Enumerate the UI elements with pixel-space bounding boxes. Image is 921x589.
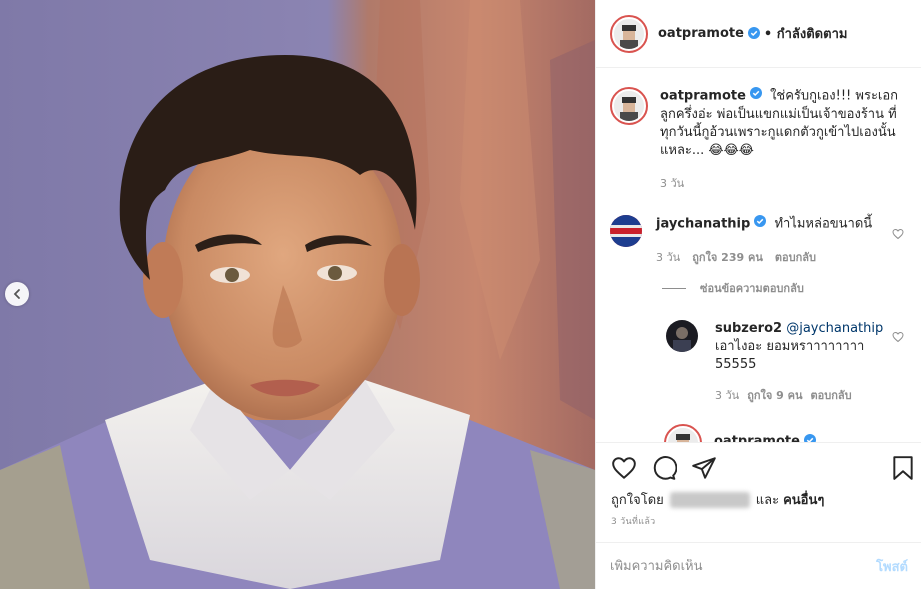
post-timestamp[interactable]: 3 วันที่แล้ว — [611, 514, 656, 528]
caption-age[interactable]: 3 วัน — [660, 174, 684, 192]
verified-badge-icon — [754, 215, 767, 233]
post-side-panel: oatpramote • กำลังติดตาม oatpramote ใช่ค… — [595, 0, 921, 589]
author-avatar[interactable] — [610, 14, 648, 53]
reply-age[interactable]: 3 วัน — [715, 386, 739, 404]
verified-badge-icon — [747, 24, 760, 43]
chevron-left-icon — [11, 285, 23, 304]
action-bar — [596, 442, 921, 487]
comment-bubble-icon[interactable] — [651, 455, 678, 485]
caption-text-block: oatpramote ใช่ครับกูเอง!!! พระเอกลูกครึ่… — [660, 87, 908, 160]
reply-button[interactable]: ตอบกลับ — [775, 248, 816, 266]
comment-item: oatpramote — [664, 424, 816, 442]
paper-plane-icon[interactable] — [691, 455, 717, 485]
caption-item: oatpramote ใช่ครับกูเอง!!! พระเอกลูกครึ่… — [610, 87, 908, 192]
reply-mention[interactable]: @jaychanathip — [786, 321, 883, 336]
divider-line — [662, 287, 686, 289]
heart-icon[interactable] — [611, 455, 637, 485]
comment-age[interactable]: 3 วัน — [656, 248, 680, 266]
post-photo[interactable] — [0, 0, 595, 589]
caption-username[interactable]: oatpramote — [660, 89, 746, 104]
avatar-image — [614, 91, 644, 121]
caption-author-avatar[interactable] — [610, 87, 648, 125]
comment-like-heart-icon[interactable] — [892, 225, 904, 244]
comment-input[interactable] — [610, 558, 877, 574]
reply-button[interactable]: ตอบกลับ — [811, 386, 852, 404]
likes-summary: ถูกใจโดย และ คนอื่นๆ — [611, 489, 824, 510]
portrait-image — [0, 0, 595, 589]
reply-like-count[interactable]: ถูกใจ 9 คน — [747, 386, 802, 404]
reply-text: เอาไงอะ ยอมหราาาาาาาา 55555 — [715, 339, 865, 372]
comments-list[interactable]: oatpramote ใช่ครับกูเอง!!! พระเอกลูกครึ่… — [596, 69, 921, 442]
post-comment-button[interactable]: โพสต์ — [876, 556, 908, 577]
commenter-avatar[interactable] — [610, 215, 642, 247]
verified-badge-icon — [803, 431, 816, 442]
likes-others-link[interactable]: คนอื่นๆ — [783, 489, 824, 510]
commenter-avatar[interactable] — [664, 424, 702, 442]
previous-photo-button[interactable] — [5, 282, 29, 306]
post-header: oatpramote • กำลังติดตาม — [596, 0, 921, 68]
verified-badge-icon — [749, 87, 762, 105]
comment-text: ทำไมหล่อขนาดนี้ — [774, 216, 873, 232]
bookmark-icon[interactable] — [891, 455, 915, 485]
reply-username[interactable]: subzero2 — [715, 321, 782, 336]
likes-suffix: และ — [755, 493, 780, 508]
hide-replies-toggle[interactable]: ซ่อนข้อความตอบกลับ — [662, 279, 804, 297]
comment-username[interactable]: jaychanathip — [656, 217, 750, 232]
comment-like-count[interactable]: ถูกใจ 239 คน — [692, 248, 763, 266]
following-status[interactable]: • กำลังติดตาม — [764, 23, 848, 44]
reply-like-heart-icon[interactable] — [892, 328, 904, 347]
author-username[interactable]: oatpramote — [658, 26, 744, 41]
likes-prefix: ถูกใจโดย — [611, 493, 664, 508]
avatar-image — [668, 428, 698, 442]
comment-item: jaychanathip ทำไมหล่อขนาดนี้ 3 วัน ถูกใจ… — [610, 215, 908, 266]
hide-replies-label: ซ่อนข้อความตอบกลับ — [700, 282, 804, 295]
instagram-post-modal: oatpramote • กำลังติดตาม oatpramote ใช่ค… — [0, 0, 921, 589]
reply-item: subzero2 @jaychanathip เอาไงอะ ยอมหราาาา… — [666, 320, 906, 404]
blurred-liker-name[interactable] — [669, 491, 750, 508]
comment-username[interactable]: oatpramote — [714, 434, 800, 442]
replier-avatar[interactable] — [666, 320, 698, 352]
avatar-image — [614, 18, 644, 49]
add-comment-bar: โพสต์ — [596, 542, 921, 589]
